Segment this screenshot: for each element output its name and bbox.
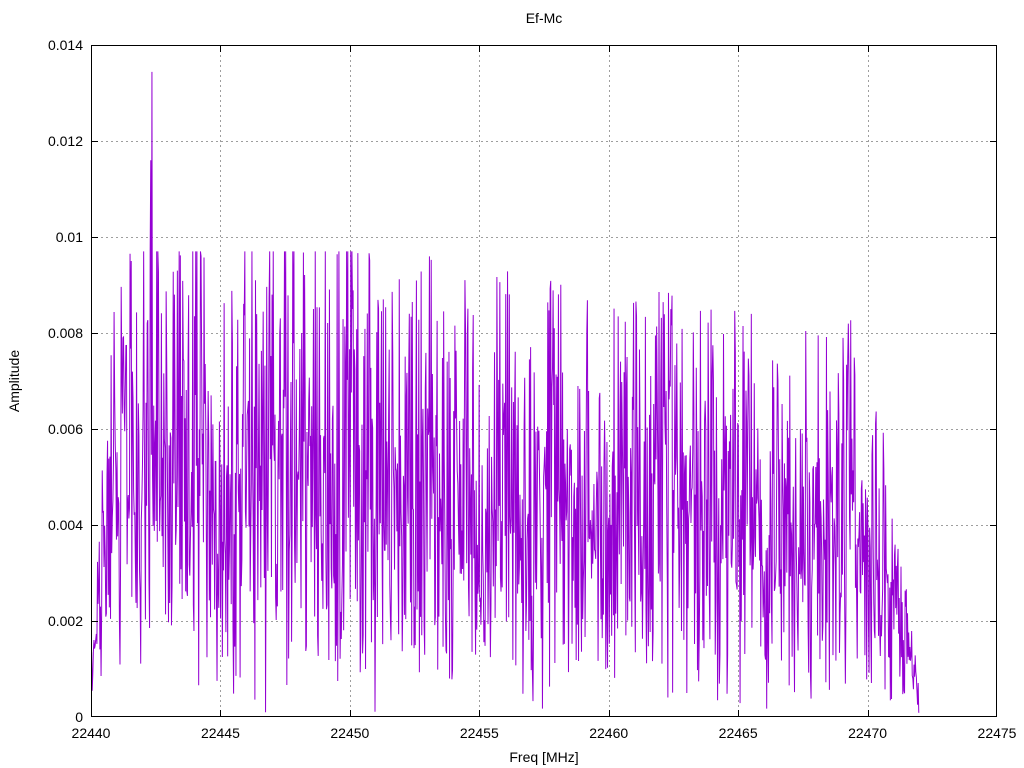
x-tick-label: 22445 xyxy=(200,725,240,741)
x-tick-label: 22455 xyxy=(459,725,499,741)
y-tick-label: 0.004 xyxy=(47,517,83,533)
y-tick-label: 0.006 xyxy=(47,421,83,437)
spectrum-trace xyxy=(90,71,920,713)
x-tick-label: 22465 xyxy=(718,725,758,741)
plot-area xyxy=(90,45,998,718)
y-tick-label: 0.012 xyxy=(47,133,83,149)
y-tick-label: 0.002 xyxy=(47,613,83,629)
y-axis-label: Amplitude xyxy=(6,349,22,413)
chart-canvas: Ef-Mc Amplitude Freq [MHz] 0 0.002 0.004 0.… xyxy=(0,0,1024,768)
y-tick-label: 0.01 xyxy=(55,229,83,245)
x-tick-label: 22470 xyxy=(848,725,888,741)
x-tick-label: 22440 xyxy=(71,725,111,741)
x-tick-label: 22475 xyxy=(977,725,1017,741)
x-tick-label: 22460 xyxy=(589,725,629,741)
x-axis-label: Freq [MHz] xyxy=(509,749,579,765)
spectrum-plot-svg xyxy=(90,45,998,718)
y-tick-label: 0.008 xyxy=(47,325,83,341)
chart-title: Ef-Mc xyxy=(525,10,563,26)
y-tick-label: 0.014 xyxy=(47,37,83,53)
x-tick-label: 22450 xyxy=(330,725,370,741)
